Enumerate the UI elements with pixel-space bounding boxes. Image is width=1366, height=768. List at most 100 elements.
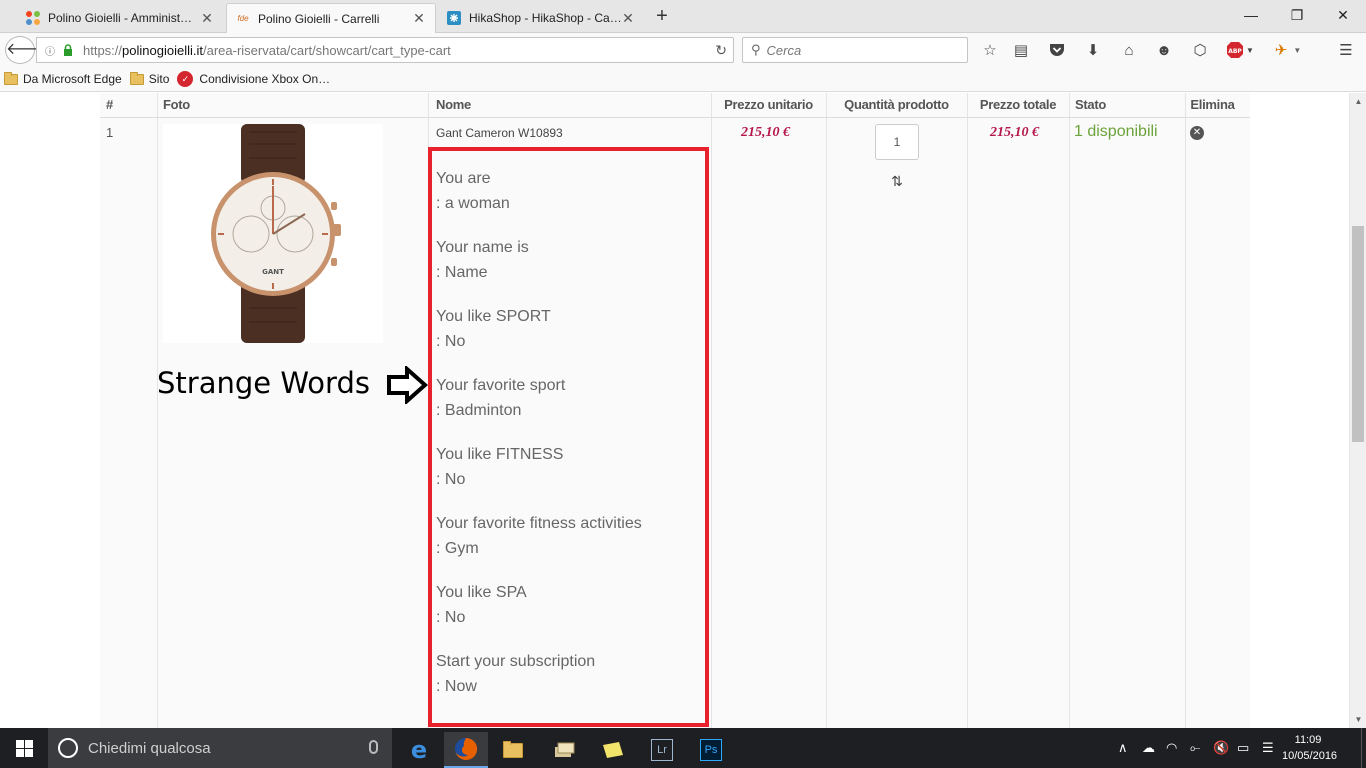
cart-table: # Foto Nome Prezzo unitario Quantità pro… xyxy=(100,93,1250,728)
bookmark-edge[interactable]: Da Microsoft Edge xyxy=(4,71,122,86)
minimize-button[interactable]: — xyxy=(1228,4,1274,26)
tab-title: HikaShop - HikaShop - Ca… xyxy=(469,11,620,25)
window-close-button[interactable]: ✕ xyxy=(1320,4,1366,26)
onedrive-icon[interactable]: ☁ xyxy=(1142,740,1155,756)
product-name[interactable]: Gant Cameron W10893 xyxy=(436,126,563,140)
folder-icon xyxy=(129,71,144,85)
navigation-bar: 🡐 ⓘ https://polinogioielli.it/area-riser… xyxy=(0,33,1366,67)
menu-icon[interactable]: ☰ xyxy=(1335,39,1357,61)
firefox-icon xyxy=(455,737,478,760)
column-divider xyxy=(1069,93,1070,728)
start-button[interactable] xyxy=(0,728,48,768)
xbox-icon: ✓ xyxy=(177,71,194,87)
bookmark-sito[interactable]: Sito xyxy=(129,71,169,86)
cortana-icon xyxy=(58,738,78,758)
scroll-up-icon[interactable]: ▲ xyxy=(1350,93,1366,110)
home-icon[interactable]: ⌂ xyxy=(1118,39,1140,61)
microphone-icon[interactable] xyxy=(369,740,378,754)
close-icon[interactable]: ✕ xyxy=(411,10,427,27)
bookmark-xbox[interactable]: ✓ Condivisione Xbox On… xyxy=(177,71,330,87)
edge-icon: e xyxy=(410,736,428,764)
tab-carrelli[interactable]: fde Polino Gioielli - Carrelli ✕ xyxy=(226,3,436,33)
search-input[interactable]: ⚲ Cerca xyxy=(742,37,968,63)
bookmark-star-icon[interactable]: ☆ xyxy=(979,39,1001,61)
arrow-right-icon xyxy=(387,366,428,404)
explorer-app[interactable] xyxy=(493,732,537,768)
photoshop-icon: Ps xyxy=(700,739,722,761)
bookmark-label: Da Microsoft Edge xyxy=(23,72,122,86)
pocket-icon[interactable] xyxy=(1046,39,1068,61)
edge-app[interactable]: e xyxy=(397,732,441,768)
cortana-search[interactable]: Chiedimi qualcosa xyxy=(48,728,392,768)
unit-price: 215,10 € xyxy=(741,125,790,140)
clock-time: 11:09 xyxy=(1294,734,1322,746)
info-icon[interactable]: ⓘ xyxy=(43,43,57,58)
app-stack[interactable] xyxy=(542,732,586,768)
hikashop-icon xyxy=(446,10,462,26)
refresh-quantity-icon[interactable]: ⇅ xyxy=(890,173,904,189)
adblock-icon[interactable]: ABP ▼ xyxy=(1225,39,1255,61)
back-button[interactable]: 🡐 xyxy=(5,36,49,64)
header-divider xyxy=(100,117,1250,118)
bug-icon[interactable]: ✈ ▼ xyxy=(1270,39,1306,61)
wifi-icon[interactable]: ◠ xyxy=(1166,740,1177,756)
delete-item-icon[interactable]: ✕ xyxy=(1190,126,1204,140)
firefox-app[interactable] xyxy=(444,732,488,768)
search-placeholder: Cerca xyxy=(766,42,802,58)
url-protocol: https:// xyxy=(83,42,123,58)
file-explorer-icon xyxy=(502,740,523,758)
restore-button[interactable]: ❐ xyxy=(1274,4,1320,26)
bookmarks-bar: Da Microsoft Edge Sito ✓ Condivisione Xb… xyxy=(0,67,1366,92)
address-bar[interactable]: ⓘ https://polinogioielli.it/area-riserva… xyxy=(36,37,734,63)
col-unit-price-header: Prezzo unitario xyxy=(724,96,813,112)
col-total-price-header: Prezzo totale xyxy=(979,96,1057,112)
url-path: /area-riservata/cart/showcart/cart_type-… xyxy=(202,42,451,58)
col-status-header: Stato xyxy=(1075,96,1107,112)
link-icon[interactable]: ⟜ xyxy=(1190,740,1200,756)
tab-admin[interactable]: Polino Gioielli - Amminist… ✕ xyxy=(17,3,223,33)
total-price: 215,10 € xyxy=(990,125,1039,140)
product-photo[interactable]: GANT xyxy=(163,124,383,343)
stock-status: 1 disponibili xyxy=(1074,123,1158,140)
bookmark-label: Condivisione Xbox On… xyxy=(199,72,331,86)
new-tab-button[interactable]: + xyxy=(650,5,674,27)
polino-icon: fde xyxy=(237,14,249,23)
col-photo-header: Foto xyxy=(163,96,190,112)
column-divider xyxy=(967,93,968,728)
extension-icon[interactable]: ⬡ xyxy=(1189,39,1211,61)
scroll-down-icon[interactable]: ▼ xyxy=(1350,711,1366,728)
chat-icon[interactable]: ☻ xyxy=(1153,39,1175,61)
lightroom-app[interactable]: Lr xyxy=(640,732,684,768)
reload-icon[interactable]: ↻ xyxy=(715,42,727,59)
annotation-label: Strange Words xyxy=(157,366,370,400)
tab-title: Polino Gioielli - Carrelli xyxy=(258,11,380,26)
close-icon[interactable]: ✕ xyxy=(199,10,215,27)
column-divider xyxy=(157,93,158,728)
show-desktop-button[interactable] xyxy=(1361,728,1366,768)
download-icon[interactable]: ⬇ xyxy=(1082,39,1104,61)
page-viewport: # Foto Nome Prezzo unitario Quantità pro… xyxy=(0,93,1366,728)
folder-icon xyxy=(4,71,18,85)
volume-muted-icon[interactable]: 🔇 xyxy=(1213,740,1229,756)
quantity-input[interactable]: 1 xyxy=(875,124,919,160)
reading-list-icon[interactable]: ▤ xyxy=(1010,39,1032,61)
watch-image: GANT xyxy=(211,124,341,343)
tab-title: Polino Gioielli - Amminist… xyxy=(48,11,193,25)
battery-icon[interactable]: ▭ xyxy=(1237,740,1249,756)
tray-overflow-icon[interactable]: ∧ xyxy=(1118,740,1128,756)
windows-taskbar: Chiedimi qualcosa e Lr Ps ∧ ☁ ◠ ⟜ 🔇 ▭ ☰ … xyxy=(0,728,1366,768)
col-name-header: Nome xyxy=(436,96,471,112)
scroll-thumb[interactable] xyxy=(1352,226,1364,442)
page-scrollbar[interactable]: ▲ ▼ xyxy=(1349,93,1366,728)
close-icon[interactable]: ✕ xyxy=(620,10,636,27)
system-clock[interactable]: 11:09 10/05/2016 xyxy=(1282,732,1337,764)
column-divider xyxy=(1185,93,1186,728)
col-quantity-header: Quantità prodotto xyxy=(844,96,949,112)
tab-hikashop[interactable]: HikaShop - HikaShop - Ca… ✕ xyxy=(438,3,644,33)
svg-text:GANT: GANT xyxy=(262,268,284,276)
search-icon: ⚲ xyxy=(751,42,761,57)
photoshop-app[interactable]: Ps xyxy=(689,732,733,768)
cortana-placeholder: Chiedimi qualcosa xyxy=(88,739,211,757)
sticky-notes-app[interactable] xyxy=(591,732,635,768)
notifications-icon[interactable]: ☰ xyxy=(1262,740,1274,756)
